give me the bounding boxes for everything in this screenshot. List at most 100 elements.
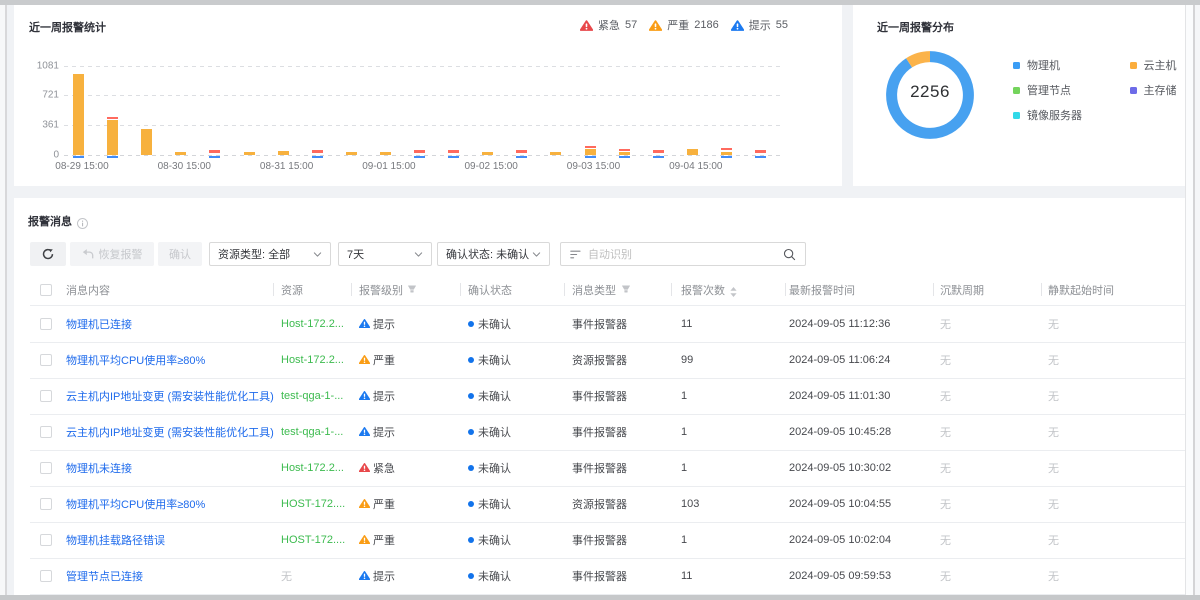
message-link[interactable]: 云主机内IP地址变更 (需安装性能优化工具) [66, 424, 274, 440]
filter-funnel-icon[interactable] [407, 284, 417, 294]
bar-segment-severe[interactable] [107, 120, 118, 154]
row-checkbox[interactable] [40, 426, 52, 438]
bar-segment-critical[interactable] [653, 150, 664, 153]
resource-link[interactable]: Host-172.2... [281, 462, 344, 474]
bar-segment-critical[interactable] [312, 150, 323, 153]
search-input[interactable]: 自动识别 [560, 242, 806, 266]
resource-link[interactable]: test-qga-1-... [281, 390, 343, 402]
silence-period: 无 [940, 424, 951, 440]
message-link[interactable]: 物理机平均CPU使用率≥80% [66, 496, 205, 512]
dist-legend-item[interactable]: 云主机 [1130, 57, 1177, 73]
stats-legend-item[interactable]: 严重2186 [649, 17, 718, 33]
resource-link[interactable]: Host-172.2... [281, 354, 344, 366]
alert-count: 99 [681, 354, 693, 366]
message-link[interactable]: 云主机内IP地址变更 (需安装性能优化工具) [66, 388, 274, 404]
sorter-icon[interactable] [730, 287, 737, 297]
alert-count: 11 [681, 570, 692, 582]
restore-alert-button[interactable]: 恢复报警 [70, 242, 154, 266]
latest-alert-time: 2024-09-05 11:01:30 [789, 390, 890, 402]
bar-segment-critical[interactable] [107, 117, 118, 120]
dist-legend-item[interactable]: 镜像服务器 [1013, 107, 1082, 123]
bar-segment-info[interactable] [755, 156, 766, 158]
bar-segment-critical[interactable] [414, 150, 425, 153]
bar-segment-critical[interactable] [448, 150, 459, 153]
bar-segment-info[interactable] [721, 156, 732, 158]
bar-segment-severe[interactable] [687, 149, 698, 154]
column-divider [933, 283, 934, 296]
bar-segment-info[interactable] [73, 156, 84, 158]
row-checkbox[interactable] [40, 354, 52, 366]
ack-status-select[interactable]: 确认状态: 未确认 [437, 242, 550, 266]
resource-link[interactable]: HOST-172.... [281, 498, 345, 510]
time-range-select[interactable]: 7天 [338, 242, 432, 266]
bar-segment-info[interactable] [516, 156, 527, 158]
warning-triangle-icon [359, 390, 370, 401]
bar-segment-info[interactable] [107, 156, 118, 158]
warning-triangle-icon [359, 570, 370, 581]
dist-legend-item[interactable]: 物理机 [1013, 57, 1060, 73]
silence-period: 无 [940, 388, 951, 404]
bar-segment-info[interactable] [209, 156, 220, 158]
bar-segment-info[interactable] [585, 156, 596, 158]
dist-legend-item[interactable]: 管理节点 [1013, 82, 1071, 98]
refresh-button[interactable] [30, 242, 66, 266]
search-icon[interactable] [783, 248, 796, 261]
column-header-3[interactable]: 报警级别 [359, 283, 403, 297]
row-checkbox[interactable] [40, 498, 52, 510]
bar-segment-info[interactable] [653, 156, 664, 158]
filter-funnel-icon[interactable] [621, 284, 631, 294]
message-link[interactable]: 物理机已连接 [66, 316, 132, 332]
message-link[interactable]: 物理机平均CPU使用率≥80% [66, 352, 205, 368]
column-header-5[interactable]: 消息类型 [572, 283, 616, 297]
row-checkbox[interactable] [40, 534, 52, 546]
row-checkbox[interactable] [40, 462, 52, 474]
status-label: 未确认 [478, 316, 511, 332]
bar-segment-critical[interactable] [516, 150, 527, 153]
message-type: 资源报警器 [572, 352, 627, 368]
bar-segment-severe[interactable] [175, 152, 186, 154]
bar-segment-info[interactable] [448, 156, 459, 158]
stats-legend-label: 提示 [749, 17, 771, 33]
bar-segment-severe[interactable] [482, 152, 493, 154]
status-label: 未确认 [478, 532, 511, 548]
row-checkbox[interactable] [40, 390, 52, 402]
stats-legend-item[interactable]: 提示55 [731, 17, 788, 33]
bar-segment-critical[interactable] [209, 150, 220, 153]
message-link[interactable]: 物理机挂载路径错误 [66, 532, 165, 548]
column-header-6[interactable]: 报警次数 [681, 283, 725, 297]
dist-legend-item[interactable]: 主存储 [1130, 82, 1177, 98]
bar-segment-info[interactable] [312, 156, 323, 158]
info-icon[interactable] [77, 216, 88, 234]
resource-link[interactable]: Host-172.2... [281, 318, 344, 330]
resource-link[interactable]: test-qga-1-... [281, 426, 343, 438]
bar-segment-severe[interactable] [721, 152, 732, 155]
stats-legend-item[interactable]: 紧急57 [580, 17, 637, 33]
row-checkbox[interactable] [40, 570, 52, 582]
chevron-down-icon [532, 250, 541, 259]
row-checkbox[interactable] [40, 318, 52, 330]
bar-segment-info[interactable] [619, 156, 630, 158]
bar-segment-critical[interactable] [721, 148, 732, 151]
resource-link[interactable]: HOST-172.... [281, 534, 345, 546]
resource-type-select[interactable]: 资源类型: 全部 [209, 242, 331, 266]
alert-count: 1 [681, 534, 687, 546]
bar-segment-severe[interactable] [619, 152, 630, 154]
bar-segment-severe[interactable] [244, 152, 255, 154]
bar-segment-severe[interactable] [346, 152, 357, 155]
bar-segment-severe[interactable] [585, 149, 596, 154]
bar-segment-severe[interactable] [141, 129, 152, 155]
message-link[interactable]: 物理机未连接 [66, 460, 132, 476]
bar-segment-critical[interactable] [619, 149, 630, 152]
bar-segment-critical[interactable] [585, 146, 596, 149]
bar-segment-severe[interactable] [550, 152, 561, 154]
column-header-1: 消息内容 [66, 283, 110, 297]
bar-segment-severe[interactable] [380, 152, 391, 155]
bar-segment-info[interactable] [414, 156, 425, 158]
bar-segment-severe[interactable] [73, 74, 84, 154]
bar-segment-severe[interactable] [278, 151, 289, 155]
select-all-checkbox[interactable] [40, 284, 52, 296]
message-link[interactable]: 管理节点已连接 [66, 568, 143, 584]
bar-segment-critical[interactable] [755, 150, 766, 153]
legend-label: 管理节点 [1027, 82, 1071, 98]
confirm-button[interactable]: 确认 [158, 242, 202, 266]
